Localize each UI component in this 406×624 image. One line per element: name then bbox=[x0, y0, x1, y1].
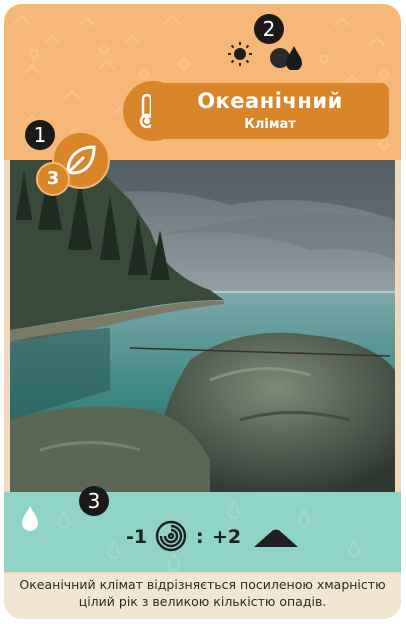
marker-2: 2 bbox=[254, 14, 284, 44]
landscape-photo bbox=[10, 160, 395, 492]
spiral-cloud-icon bbox=[155, 520, 187, 552]
marker-3: 3 bbox=[79, 486, 109, 516]
marker-1: 1 bbox=[25, 120, 55, 150]
card-description: Океанічний клімат відрізняється посилено… bbox=[4, 574, 401, 619]
rain-clouds-icon bbox=[270, 46, 302, 71]
sun-icon bbox=[228, 42, 252, 66]
terrain-modifier: +2 bbox=[212, 526, 242, 548]
leaf-icon bbox=[66, 145, 96, 175]
mountain-icon bbox=[254, 529, 298, 547]
cloud-modifier: -1 bbox=[126, 526, 148, 548]
card-subtitle: Клімат bbox=[244, 117, 296, 132]
effect-separator: : bbox=[196, 526, 204, 548]
title-banner: Океанічний Клімат bbox=[151, 83, 389, 139]
effect-formula: -1 : +2 bbox=[126, 519, 326, 553]
climate-card[interactable]: Океанічний Клімат 1 3 2 3 -1: +2 Океані… bbox=[4, 4, 401, 619]
description-text: Океанічний клімат відрізняється посилено… bbox=[19, 577, 386, 609]
leaf-value: 3 bbox=[36, 162, 70, 196]
droplet-icon bbox=[22, 506, 38, 531]
card-title: Океанічний bbox=[197, 89, 343, 113]
